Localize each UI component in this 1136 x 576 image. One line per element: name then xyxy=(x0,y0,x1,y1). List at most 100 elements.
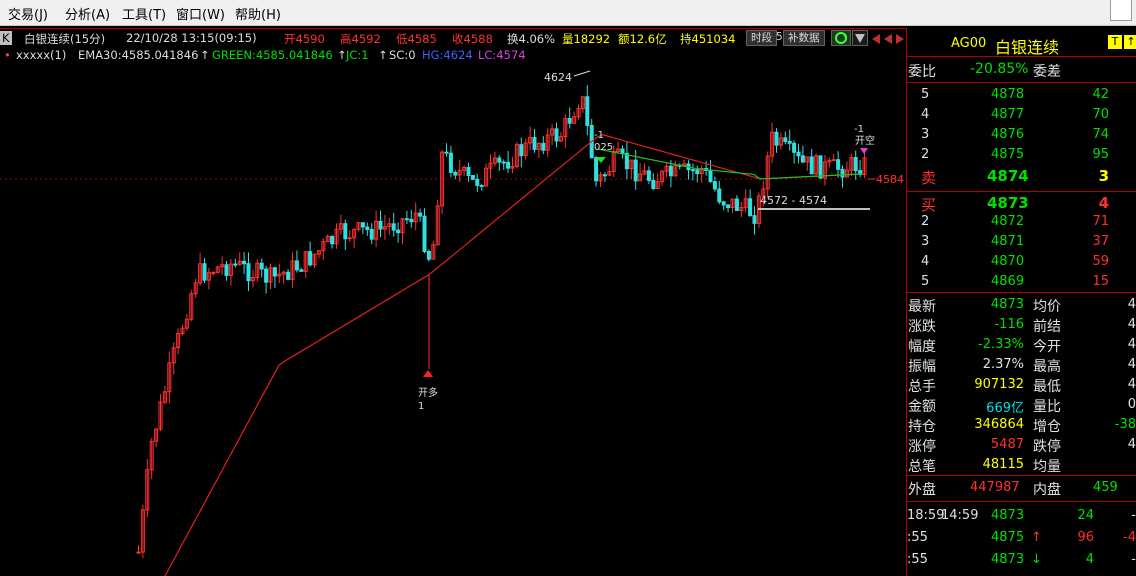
stat-label-2: 今开 xyxy=(1033,339,1061,355)
stat-label-2: 最高 xyxy=(1033,359,1061,375)
sell-price: 4876 xyxy=(991,127,1025,142)
gear-icon[interactable] xyxy=(852,30,868,46)
buy-level: 5 xyxy=(921,274,930,289)
candle-body xyxy=(783,137,788,142)
candle-body xyxy=(541,142,546,151)
panel-title: AG00 白银连续 T ↑ xyxy=(907,33,1136,57)
candle-body xyxy=(272,267,277,277)
open-long-label: 开多 xyxy=(418,386,438,399)
buy-row[interactable]: 3 4871 37 xyxy=(907,233,1136,253)
candle-body xyxy=(444,151,449,154)
buy-row[interactable]: 4 4870 59 xyxy=(907,253,1136,273)
buy-qty: 15 xyxy=(1092,274,1109,289)
candle-body xyxy=(308,251,313,266)
period-button[interactable]: 时段 xyxy=(746,30,777,46)
stat-row: 金额 669亿 量比 0 xyxy=(907,395,1136,416)
candle-body xyxy=(800,155,805,163)
mark-025: 025 xyxy=(594,142,613,153)
buy-qty: 59 xyxy=(1092,254,1109,269)
candle-body xyxy=(633,159,638,182)
candle-body xyxy=(418,212,423,217)
window-control-button[interactable] xyxy=(1106,0,1136,25)
fill-data-button[interactable]: 补数据 xyxy=(783,30,825,46)
candle-body xyxy=(264,268,269,283)
buy-row[interactable]: 买 4873 4 xyxy=(907,193,1136,214)
weibi-row: 委比 -20.85% 委差 xyxy=(907,60,1136,80)
menu-help[interactable]: 帮助(H) xyxy=(235,4,281,23)
sell-qty: 3 xyxy=(1098,167,1109,185)
candlestick-chart[interactable]: 4624 开多 1 -1 025 -1 开空 4572 - 4574 4584 xyxy=(0,64,905,576)
candle-body xyxy=(391,223,396,231)
candle-body xyxy=(426,250,431,260)
stat-value-2: 4 xyxy=(1127,437,1136,452)
inner-value: 459 xyxy=(1093,480,1118,495)
close-value: 收4588 xyxy=(452,32,493,46)
left-double-arrow-icon xyxy=(884,34,892,44)
candle-body xyxy=(717,188,722,203)
sell-row[interactable]: 5 4878 42 xyxy=(907,86,1136,106)
jc-arrow-icon: ↑ xyxy=(378,48,388,62)
tick-price: 4873 xyxy=(991,508,1025,523)
tick-time: :55 xyxy=(907,530,928,545)
candle-body xyxy=(796,151,801,157)
stat-label: 幅度 xyxy=(908,339,936,355)
menu-analysis[interactable]: 分析(A) xyxy=(65,4,110,23)
tick-arrow-icon: ↓ xyxy=(1031,552,1042,567)
high-pointer xyxy=(573,70,591,77)
candle-body xyxy=(818,155,823,179)
weibi-label: 委比 xyxy=(908,64,936,80)
candle-body xyxy=(624,152,629,170)
ema-line xyxy=(164,134,862,576)
period-number: 5 xyxy=(776,31,783,43)
tick-change: -4 xyxy=(1123,530,1136,545)
candle-body xyxy=(497,157,502,163)
stat-label: 最新 xyxy=(908,299,936,315)
stat-label-2: 增仓 xyxy=(1033,419,1061,435)
high-label: 4624 xyxy=(544,71,572,84)
menu-tools[interactable]: 工具(T) xyxy=(122,4,166,23)
refresh-icon[interactable] xyxy=(831,30,851,46)
stat-row: 幅度 -2.33% 今开 4 xyxy=(907,335,1136,355)
t-flag-icon[interactable]: T xyxy=(1108,35,1122,49)
candle-body xyxy=(224,264,229,276)
lc-value: LC:4574 xyxy=(478,48,526,62)
menu-window[interactable]: 窗口(W) xyxy=(176,4,225,23)
candle-body xyxy=(479,184,484,187)
top-divider xyxy=(0,28,906,29)
candle-body xyxy=(360,222,365,228)
sell-row[interactable]: 2 4875 95 xyxy=(907,146,1136,166)
candle-body xyxy=(404,218,409,221)
tick-arrow-icon: ↑ xyxy=(1031,530,1042,545)
panel-sep-2 xyxy=(907,82,1136,83)
k-button[interactable]: K xyxy=(0,31,12,45)
menu-trade[interactable]: 交易(J) xyxy=(8,4,48,23)
candle-body xyxy=(712,181,717,190)
panel-sep-6 xyxy=(907,501,1136,502)
buy-price: 4873 xyxy=(987,194,1029,212)
sell-row[interactable]: 3 4876 74 xyxy=(907,126,1136,146)
sell-row[interactable]: 4 4877 70 xyxy=(907,106,1136,126)
left-arrow-icon xyxy=(872,34,880,44)
symbol-code: AG00 xyxy=(951,36,987,51)
up-flag-icon[interactable]: ↑ xyxy=(1124,35,1136,49)
candle-body xyxy=(585,96,590,126)
tick-price: 4875 xyxy=(991,530,1025,545)
buy-row[interactable]: 5 4869 15 xyxy=(907,273,1136,293)
stat-label: 持仓 xyxy=(908,419,936,435)
candle-body xyxy=(422,215,427,252)
candle-body xyxy=(519,144,524,157)
stat-value: 907132 xyxy=(974,377,1024,392)
candle-body xyxy=(651,179,656,190)
buy-qty: 4 xyxy=(1098,194,1109,212)
buy-level: 买 xyxy=(921,196,937,214)
short-marker-icon xyxy=(860,148,868,154)
tick-volume: 96 xyxy=(1077,530,1094,545)
buy-row[interactable]: 2 4872 71 xyxy=(907,213,1136,233)
sell-row[interactable]: 卖 4874 3 xyxy=(907,166,1136,187)
candle-body xyxy=(726,204,731,208)
tick-volume: 24 xyxy=(1077,508,1094,523)
candle-body xyxy=(475,178,480,186)
candle-body xyxy=(840,168,845,178)
sell-level: 卖 xyxy=(921,169,937,187)
sell-level: 4 xyxy=(921,107,930,122)
